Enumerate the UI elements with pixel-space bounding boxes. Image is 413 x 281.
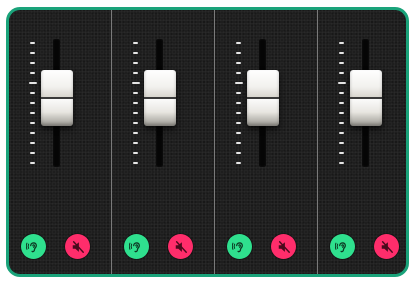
fader-scale-tick: [132, 82, 140, 84]
fader-scale-tick: [236, 52, 241, 54]
fader-scale-tick: [236, 42, 241, 44]
fader-scale-tick: [236, 142, 241, 144]
mute-button[interactable]: [374, 234, 399, 259]
fader-scale-tick: [236, 132, 241, 134]
ear-icon: [129, 239, 144, 254]
fader-scale-tick: [236, 112, 241, 114]
listen-button[interactable]: [330, 234, 355, 259]
fader-scale-tick: [133, 152, 138, 154]
fader-knob-shade: [41, 112, 73, 127]
fader-scale-tick: [236, 92, 241, 94]
channel-strip-3: [215, 10, 318, 274]
ear-icon: [335, 239, 350, 254]
speaker-mute-icon: [277, 240, 291, 254]
mute-button[interactable]: [168, 234, 193, 259]
fader-scale-tick: [133, 122, 138, 124]
channel-strip-2: [112, 10, 215, 274]
fader-scale-tick: [133, 142, 138, 144]
fader-scale-tick: [30, 162, 35, 164]
fader-scale-tick: [133, 62, 138, 64]
fader-scale-tick: [339, 162, 344, 164]
speaker-mute-icon: [174, 240, 188, 254]
fader-scale-tick: [30, 152, 35, 154]
fader-scale-tick: [236, 162, 241, 164]
fader-scale-tick: [339, 92, 344, 94]
speaker-mute-icon: [380, 240, 394, 254]
mixer-panel: [6, 7, 409, 277]
channel-divider: [214, 10, 215, 274]
fader-scale-tick: [339, 142, 344, 144]
fader-scale-tick: [30, 132, 35, 134]
fader-scale-tick: [30, 62, 35, 64]
fader-scale-tick: [133, 72, 138, 74]
fader-scale-tick: [236, 72, 241, 74]
fader-scale-tick: [30, 52, 35, 54]
fader-scale-tick: [133, 52, 138, 54]
fader-scale-tick: [339, 72, 344, 74]
fader-scale-tick: [236, 62, 241, 64]
fader-scale-tick: [30, 122, 35, 124]
fader-scale-tick: [339, 52, 344, 54]
fader-knob-grip-line: [144, 97, 176, 100]
fader-knob-shade: [247, 112, 279, 127]
fader-scale-tick: [339, 42, 344, 44]
fader-scale-tick: [235, 82, 243, 84]
fader-scale-tick: [133, 132, 138, 134]
fader-scale-tick: [339, 122, 344, 124]
fader-scale-tick: [30, 112, 35, 114]
fader-scale-tick: [133, 162, 138, 164]
fader-scale-tick: [236, 102, 241, 104]
channel-strip-4: [318, 10, 406, 274]
fader-knob[interactable]: [41, 70, 73, 127]
fader-scale-tick: [30, 102, 35, 104]
fader-scale-tick: [133, 92, 138, 94]
channel-strip-1: [9, 10, 112, 274]
fader-scale-tick: [339, 112, 344, 114]
fader-scale-tick: [133, 102, 138, 104]
fader-knob[interactable]: [350, 70, 382, 127]
fader-scale-tick: [30, 142, 35, 144]
listen-button[interactable]: [227, 234, 252, 259]
fader-scale-tick: [133, 42, 138, 44]
fader-scale-tick: [339, 102, 344, 104]
fader-scale-tick: [339, 152, 344, 154]
fader-scale-tick: [30, 72, 35, 74]
fader-scale-tick: [236, 122, 241, 124]
channel-divider: [111, 10, 112, 274]
fader-scale-tick: [338, 82, 346, 84]
channel-divider: [317, 10, 318, 274]
mute-button[interactable]: [271, 234, 296, 259]
fader-scale-tick: [339, 62, 344, 64]
fader-knob-grip-line: [41, 97, 73, 100]
fader-scale-tick: [29, 82, 37, 84]
ear-icon: [26, 239, 41, 254]
speaker-mute-icon: [71, 240, 85, 254]
listen-button[interactable]: [21, 234, 46, 259]
listen-button[interactable]: [124, 234, 149, 259]
fader-knob-grip-line: [350, 97, 382, 100]
mute-button[interactable]: [65, 234, 90, 259]
ear-icon: [232, 239, 247, 254]
fader-knob[interactable]: [247, 70, 279, 127]
fader-knob-shade: [350, 112, 382, 127]
fader-scale-tick: [30, 42, 35, 44]
fader-knob-grip-line: [247, 97, 279, 100]
fader-knob-shade: [144, 112, 176, 127]
fader-scale-tick: [236, 152, 241, 154]
fader-scale-tick: [133, 112, 138, 114]
fader-knob[interactable]: [144, 70, 176, 127]
fader-scale-tick: [339, 132, 344, 134]
fader-scale-tick: [30, 92, 35, 94]
